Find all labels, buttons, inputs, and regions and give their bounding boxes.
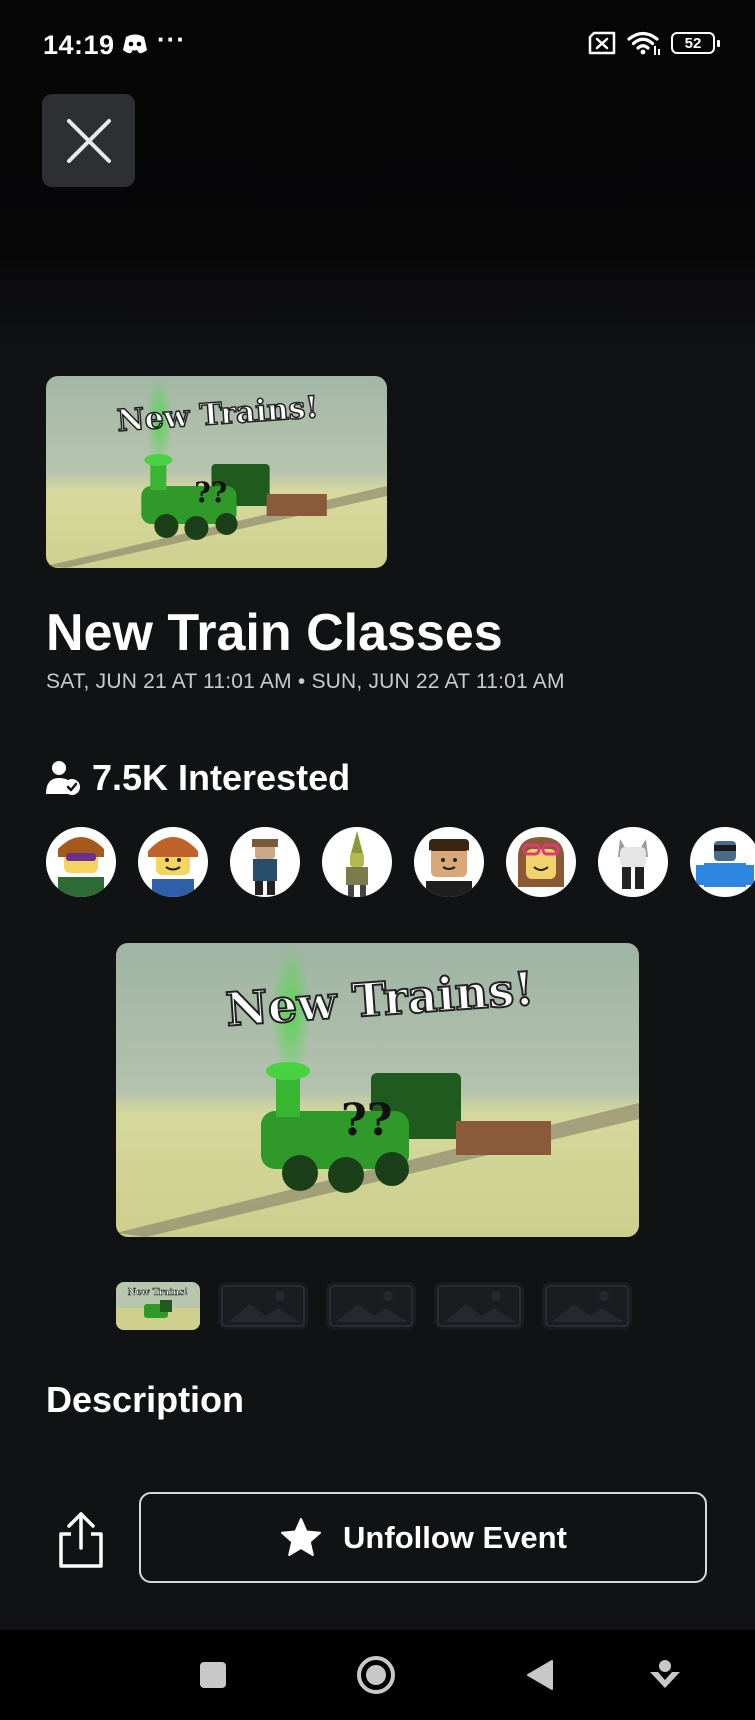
thumbnail-mark: ?? <box>194 476 227 509</box>
recents-button[interactable] <box>188 1650 238 1700</box>
avatar[interactable] <box>230 827 300 897</box>
avatar-image <box>346 831 368 897</box>
avatar[interactable] <box>506 827 576 897</box>
home-button[interactable] <box>351 1650 401 1700</box>
media-mark: ?? <box>341 1095 393 1146</box>
media-thumbnail[interactable] <box>434 1282 524 1330</box>
description-heading: Description <box>46 1379 245 1420</box>
action-bar: Unfollow Event <box>0 1470 755 1630</box>
image-placeholder-icon <box>437 1285 521 1327</box>
close-icon <box>66 118 111 163</box>
star-icon <box>281 1517 322 1556</box>
wifi-icon <box>627 31 660 55</box>
media-viewer[interactable]: ?? New Trains! <box>116 943 639 1237</box>
status-more: ··· <box>157 24 186 54</box>
back-icon <box>527 1660 553 1690</box>
avatar[interactable] <box>690 827 755 897</box>
avatar-image <box>696 841 754 887</box>
status-time: 14:19 <box>43 30 115 60</box>
avatar[interactable] <box>414 827 484 897</box>
interested-count[interactable]: 7.5K Interested <box>46 757 350 799</box>
media-thumbnails: New Trains! <box>116 1282 632 1330</box>
avatar-image <box>252 839 278 895</box>
unfollow-label: Unfollow Event <box>343 1519 567 1555</box>
recents-icon <box>200 1662 226 1688</box>
avatar-image <box>518 837 564 887</box>
media-thumbnail[interactable]: New Trains! <box>116 1282 200 1330</box>
thumbnail-text: New Trains! <box>128 1288 188 1298</box>
interested-avatars <box>46 827 755 897</box>
train-image: ?? New Trains! <box>46 376 387 568</box>
unfollow-event-button[interactable]: Unfollow Event <box>139 1492 707 1583</box>
media-thumbnail[interactable] <box>542 1282 632 1330</box>
assistant-icon <box>650 1660 680 1688</box>
battery-level: 52 <box>684 34 702 52</box>
event-thumbnail: ?? New Trains! <box>46 376 387 568</box>
battery-icon: 52 <box>671 32 720 54</box>
home-icon <box>357 1656 395 1694</box>
avatar-image <box>58 837 104 897</box>
avatar[interactable] <box>138 827 208 897</box>
discord-icon <box>123 34 147 54</box>
close-button[interactable] <box>42 94 135 187</box>
image-placeholder-icon <box>545 1285 629 1327</box>
train-image: ?? New Trains! <box>116 943 639 1237</box>
sim-missing-icon <box>588 31 616 55</box>
avatar[interactable] <box>46 827 116 897</box>
avatar-image <box>618 839 648 889</box>
media-thumbnail[interactable] <box>218 1282 308 1330</box>
share-icon <box>59 1512 103 1568</box>
assistant-button[interactable] <box>640 1650 690 1700</box>
train-image: New Trains! <box>116 1282 200 1330</box>
system-nav-bar <box>0 1630 755 1720</box>
media-thumbnail[interactable] <box>326 1282 416 1330</box>
share-button[interactable] <box>55 1510 107 1570</box>
status-bar: 14:19 ··· 52 <box>0 0 755 90</box>
avatar-image <box>426 839 472 897</box>
avatar-image <box>148 837 198 897</box>
avatar[interactable] <box>322 827 392 897</box>
avatar[interactable] <box>598 827 668 897</box>
interested-label: 7.5K Interested <box>92 757 351 798</box>
image-placeholder-icon <box>329 1285 413 1327</box>
person-check-icon <box>46 761 80 795</box>
event-title: New Train Classes <box>46 604 503 662</box>
back-button[interactable] <box>515 1650 565 1700</box>
event-dates: SAT, JUN 21 AT 11:01 AM • SUN, JUN 22 AT… <box>46 670 565 693</box>
image-placeholder-icon <box>221 1285 305 1327</box>
